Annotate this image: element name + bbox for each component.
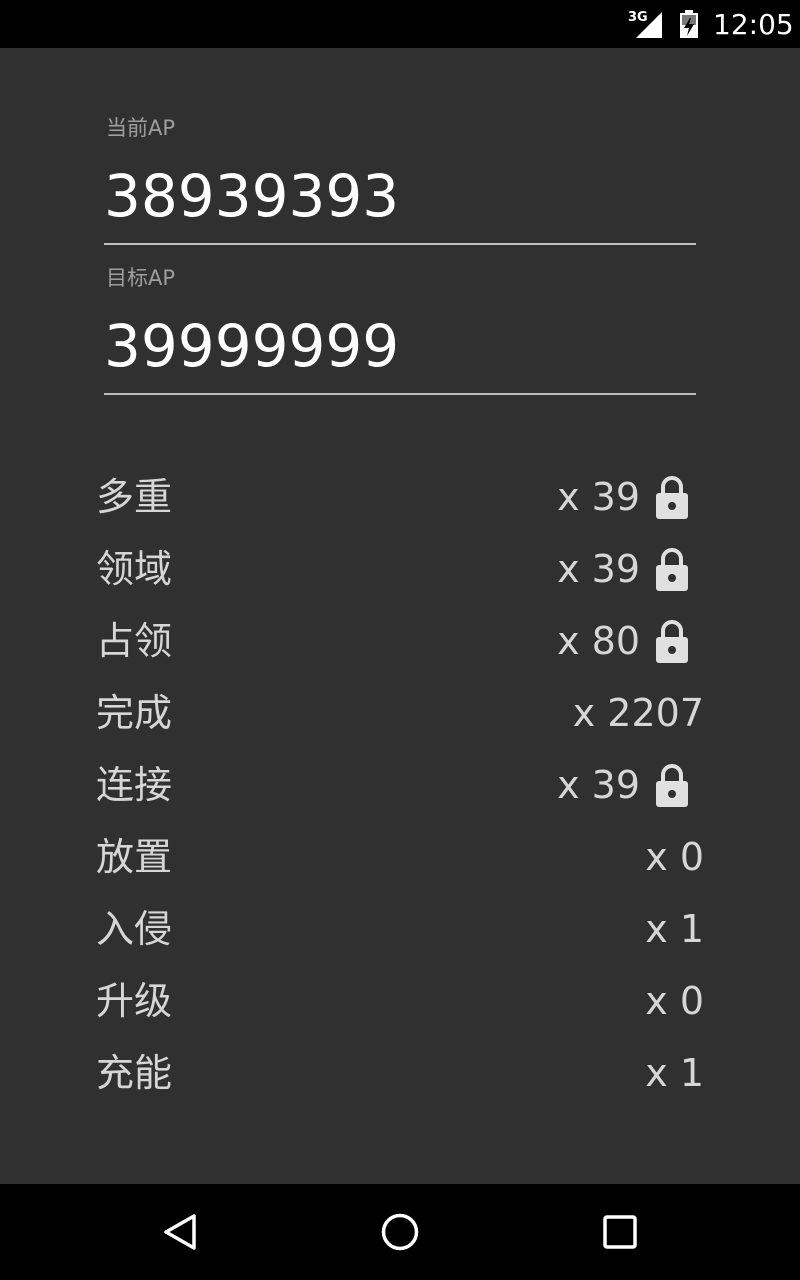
stat-value: x 39 [557,547,640,591]
target-ap-label: 目标AP [106,266,176,290]
signal-icon [636,12,662,38]
stat-label: 升级 [96,979,173,1023]
stat-value: x 39 [557,763,640,807]
stat-row-capture: 占领 x 80 [96,605,704,677]
lock-icon[interactable] [654,619,690,663]
stat-value: x 80 [557,619,640,663]
target-ap-underline [104,393,696,395]
recents-icon[interactable] [596,1208,644,1256]
stat-row-field: 领域 x 39 [96,533,704,605]
stat-label: 占领 [96,619,173,663]
lock-icon[interactable] [654,763,690,807]
stat-value: x 1 [645,907,704,951]
stat-row-recharge: 充能 x 1 [96,1037,704,1109]
stat-label: 连接 [96,763,173,807]
home-icon[interactable] [376,1208,424,1256]
stat-label: 领域 [96,547,173,591]
lock-icon[interactable] [654,475,690,519]
back-icon[interactable] [156,1208,204,1256]
stat-value: x 39 [557,475,640,519]
stat-label: 充能 [96,1051,173,1095]
stat-label: 多重 [96,475,173,519]
current-ap-input[interactable]: 38939393 [104,162,399,230]
stat-row-invade: 入侵 x 1 [96,893,704,965]
clock: 12:05 [713,8,794,41]
navigation-bar [0,1184,800,1280]
stat-value: x 0 [645,835,704,879]
stat-value: x 0 [645,979,704,1023]
current-ap-label: 当前AP [106,116,176,140]
stat-value: x 1 [645,1051,704,1095]
stat-row-multiple: 多重 x 39 [96,461,704,533]
stat-row-complete: 完成 x 2207 [96,677,704,749]
lock-icon[interactable] [654,547,690,591]
stat-label: 入侵 [96,907,173,951]
stat-label: 放置 [96,835,173,879]
stat-value: x 2207 [572,691,704,735]
target-ap-input[interactable]: 39999999 [104,312,399,380]
battery-charging-icon [680,10,698,38]
stat-row-upgrade: 升级 x 0 [96,965,704,1037]
stat-label: 完成 [96,691,173,735]
stat-row-deploy: 放置 x 0 [96,821,704,893]
stat-row-link: 连接 x 39 [96,749,704,821]
current-ap-underline [104,243,696,245]
status-bar: 3G 12:05 [0,0,800,48]
